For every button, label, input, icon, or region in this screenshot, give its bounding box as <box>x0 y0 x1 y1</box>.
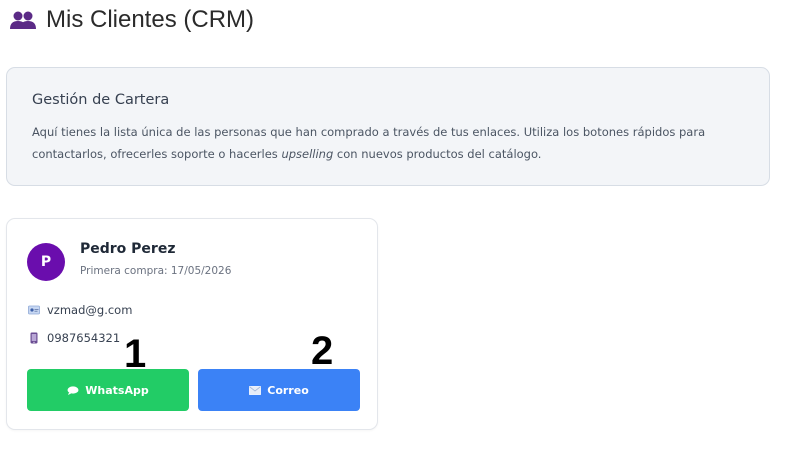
page-title: Mis Clientes (CRM) <box>46 6 255 33</box>
users-icon <box>10 11 36 29</box>
chat-bubble-icon <box>67 385 79 395</box>
info-text-after: con nuevos productos del catálogo. <box>333 147 542 161</box>
client-name: Pedro Perez <box>80 241 176 257</box>
id-card-icon <box>28 305 40 315</box>
email-button[interactable]: Correo <box>198 369 360 411</box>
info-panel: Gestión de Cartera Aquí tienes la lista … <box>6 67 770 186</box>
info-description: Aquí tienes la lista única de las person… <box>32 121 742 165</box>
avatar: P <box>27 243 65 281</box>
phone-icon <box>30 332 38 344</box>
annotation-marker-2: 2 <box>311 329 334 373</box>
email-button-label: Correo <box>267 383 309 397</box>
client-phone-row: 0987654321 <box>28 331 120 345</box>
page-header: Mis Clientes (CRM) <box>10 4 254 36</box>
annotation-marker-1: 1 <box>124 332 147 376</box>
whatsapp-label: WhatsApp <box>85 383 149 397</box>
info-text-emphasis: upselling <box>281 147 334 161</box>
first-purchase-date: Primera compra: 17/05/2026 <box>80 265 232 277</box>
client-email: vzmad@g.com <box>47 303 133 317</box>
info-heading: Gestión de Cartera <box>32 92 170 108</box>
envelope-icon <box>249 385 262 395</box>
client-phone: 0987654321 <box>47 331 121 345</box>
client-card: P Pedro Perez Primera compra: 17/05/2026… <box>6 218 378 430</box>
whatsapp-button[interactable]: WhatsApp <box>27 369 189 411</box>
client-email-row: vzmad@g.com <box>28 303 132 317</box>
